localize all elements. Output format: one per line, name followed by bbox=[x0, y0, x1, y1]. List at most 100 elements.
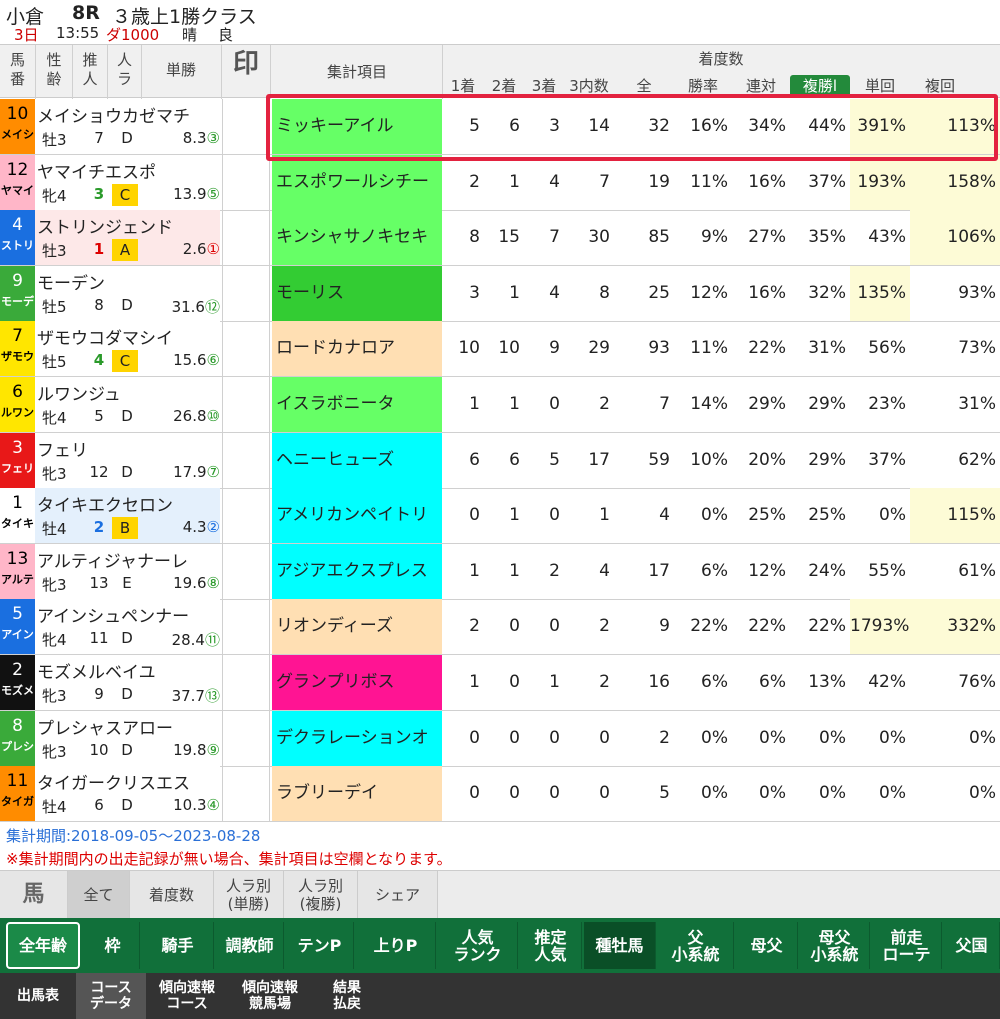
bottom-item-2[interactable]: 傾向速報 コース bbox=[146, 973, 228, 1019]
horse-name[interactable]: ルワンジュ bbox=[37, 380, 121, 405]
sire-name[interactable]: ラブリーデイ bbox=[272, 766, 442, 822]
subheader-8[interactable]: 単回 bbox=[850, 75, 910, 96]
bottom-item-1[interactable]: コース データ bbox=[76, 973, 146, 1019]
race-number: 8R bbox=[72, 2, 100, 24]
nav-item-8[interactable]: 種牡馬 bbox=[584, 922, 656, 969]
mark-cell[interactable] bbox=[222, 766, 270, 822]
horse-row[interactable]: 6 ルワン ルワンジュ 牝4 5 D 26.8⑩ イスラボニータ 1 1 0 2 7 14% 29% 29% 2… bbox=[0, 377, 1000, 433]
nav-item-4[interactable]: テンP bbox=[286, 922, 354, 969]
subheader-7[interactable]: 複勝l bbox=[790, 75, 850, 97]
mark-cell[interactable] bbox=[222, 543, 270, 599]
sire-name[interactable]: ヘニーヒューズ bbox=[272, 432, 442, 488]
tab-4[interactable]: シェア bbox=[358, 871, 438, 919]
app: 小倉 8R ３歳上1勝クラス 3日 13:55 ダ1000 晴 良 馬 番 性 … bbox=[0, 0, 1000, 1019]
subheader-5[interactable]: 勝率 bbox=[674, 75, 732, 96]
mark-cell[interactable] bbox=[222, 377, 270, 432]
mark-cell[interactable] bbox=[222, 321, 270, 377]
horse-name[interactable]: タイガークリスエス bbox=[37, 769, 190, 794]
sire-name[interactable]: キンシャサノキセキ bbox=[272, 210, 442, 266]
stat-cell-2: 5 bbox=[549, 449, 560, 470]
horse-name[interactable]: ストリンジェンド bbox=[37, 213, 173, 238]
horse-name[interactable]: アインシュペンナー bbox=[37, 602, 189, 627]
tab-uma[interactable]: 馬 bbox=[0, 871, 68, 919]
mark-cell[interactable] bbox=[222, 432, 270, 488]
mark-cell[interactable] bbox=[222, 710, 270, 766]
subheader-0[interactable]: 1着 bbox=[442, 75, 484, 96]
nav-item-5[interactable]: 上りP bbox=[356, 922, 436, 969]
horse-row[interactable]: 3 フェリ フェリ 牝3 12 D 17.9⑦ ヘニーヒューズ 6 6 5 17 59 10% 20% 29%… bbox=[0, 432, 1000, 489]
tab-2[interactable]: 人ラ別 (単勝) bbox=[214, 871, 284, 919]
bottom-item-3[interactable]: 傾向速報 競馬場 bbox=[228, 973, 312, 1019]
mark-cell[interactable] bbox=[222, 99, 270, 154]
stat-cell-3: 2 bbox=[599, 672, 610, 692]
sire-name[interactable]: アジアエクスプレス bbox=[272, 543, 442, 599]
mark-cell[interactable] bbox=[222, 599, 270, 655]
horse-row[interactable]: 2 モズメ モズメルベイユ 牝3 9 D 37.7⑬ グランプリボス 1 0 1 2 16 6% 6% 13%… bbox=[0, 655, 1000, 711]
nav-item-3[interactable]: 調教師 bbox=[216, 922, 284, 969]
nav-item-11[interactable]: 母父 小系統 bbox=[800, 922, 870, 969]
subheader-6[interactable]: 連対 bbox=[732, 75, 790, 96]
tab-0[interactable]: 全て bbox=[68, 871, 130, 919]
horse-row[interactable]: 9 モーデ モーデン 牡5 8 D 31.6⑫ モーリス 3 1 4 8 25 12% 16% 32% 135%… bbox=[0, 265, 1000, 322]
sire-name[interactable]: デクラレーションオ bbox=[272, 710, 442, 766]
subheader-1[interactable]: 2着 bbox=[484, 75, 524, 96]
horse-row[interactable]: 11 タイガ タイガークリスエス 牡4 6 D 10.3④ ラブリーデイ 0 0 0 0 5 0% 0% 0%… bbox=[0, 766, 1000, 823]
horse-row[interactable]: 4 ストリ ストリンジェンド 牡3 1 A 2.6① キンシャサノキセキ 8 15 7 30 85 9% 2… bbox=[0, 210, 1000, 267]
subheader-9[interactable]: 複回 bbox=[910, 75, 970, 96]
sire-name[interactable]: グランプリボス bbox=[272, 655, 442, 710]
nav-item-2[interactable]: 騎手 bbox=[142, 922, 214, 969]
sire-name[interactable]: イスラボニータ bbox=[272, 377, 442, 432]
nav-item-12[interactable]: 前走 ローテ bbox=[872, 922, 942, 969]
horse-name[interactable]: プレシャスアロー bbox=[37, 714, 173, 739]
subheader-4[interactable]: 全 bbox=[614, 75, 674, 96]
horse-name[interactable]: アルティジャナーレ bbox=[37, 547, 188, 572]
sire-name[interactable]: モーリス bbox=[272, 265, 442, 321]
horse-row[interactable]: 10 メイシ メイショウカゼマチ 牡3 7 D 8.3③ ミッキーアイル 5 6 3 14 32 16% 3… bbox=[0, 99, 1000, 155]
bottom-item-0[interactable]: 出馬表 bbox=[0, 973, 76, 1019]
sire-name[interactable]: リオンディーズ bbox=[272, 599, 442, 655]
nav-item-6[interactable]: 人気 ランク bbox=[438, 922, 518, 969]
mark-cell[interactable] bbox=[222, 488, 270, 544]
header-suijin[interactable]: 推 人 bbox=[73, 51, 107, 89]
horse-row[interactable]: 1 タイキ タイキエクセロン 牡4 2 B 4.3② アメリカンペイトリ 0 1 0 1 4 0% 25% 2… bbox=[0, 488, 1000, 545]
mark-cell[interactable] bbox=[222, 154, 270, 210]
sire-name[interactable]: ロードカナロア bbox=[272, 321, 442, 377]
bottom-item-4[interactable]: 結果 払戻 bbox=[312, 973, 382, 1019]
stat-cell-8: 193% bbox=[850, 154, 910, 210]
horse-row[interactable]: 12 ヤマイ ヤマイチエスポ 牝4 3 C 13.9⑤ エスポワールシチー 2 1 4 7 19 11% 1… bbox=[0, 154, 1000, 211]
horse-name[interactable]: タイキエクセロン bbox=[37, 491, 173, 516]
nav-item-1[interactable]: 枠 bbox=[86, 922, 140, 969]
horse-sex-age: 牝3 bbox=[42, 464, 67, 483]
header-tansho[interactable]: 単勝 bbox=[142, 61, 220, 80]
tab-bar: 馬 全て 着度数 人ラ別 (単勝) 人ラ別 (複勝) シェア bbox=[0, 870, 1000, 919]
tab-1[interactable]: 着度数 bbox=[130, 871, 214, 919]
horse-row[interactable]: 8 プレシ プレシャスアロー 牝3 10 D 19.8⑨ デクラレーションオ 0 0 0 0 2 0% 0%… bbox=[0, 710, 1000, 767]
subheader-2[interactable]: 3着 bbox=[524, 75, 564, 96]
horse-name[interactable]: ヤマイチエスポ bbox=[37, 158, 156, 183]
header-mark[interactable]: 印 bbox=[222, 51, 270, 77]
nav-item-0[interactable]: 全年齢 bbox=[6, 922, 80, 969]
nav-item-10[interactable]: 母父 bbox=[736, 922, 798, 969]
mark-cell[interactable] bbox=[222, 655, 270, 710]
sire-name[interactable]: アメリカンペイトリ bbox=[272, 488, 442, 544]
horse-name[interactable]: フェリ bbox=[37, 436, 88, 461]
sire-name[interactable]: ミッキーアイル bbox=[272, 99, 442, 154]
horse-name[interactable]: ザモウコダマシイ bbox=[37, 324, 173, 349]
horse-name[interactable]: モーデン bbox=[37, 269, 105, 294]
mark-cell[interactable] bbox=[222, 210, 270, 266]
sire-name[interactable]: エスポワールシチー bbox=[272, 154, 442, 210]
nav-item-13[interactable]: 父国 bbox=[944, 922, 1000, 969]
horse-name[interactable]: モズメルベイユ bbox=[37, 658, 156, 683]
horse-row[interactable]: 7 ザモウ ザモウコダマシイ 牡5 4 C 15.6⑥ ロードカナロア 10 10 9 29 93 11%… bbox=[0, 321, 1000, 378]
stat-cell-8: 42% bbox=[868, 672, 906, 692]
horse-row[interactable]: 5 アイン アインシュペンナー 牝4 11 D 28.4⑪ リオンディーズ 2 0 0 2 9 22% 22… bbox=[0, 599, 1000, 656]
header-ninki[interactable]: 人 ラ bbox=[108, 51, 141, 89]
mark-cell[interactable] bbox=[222, 265, 270, 321]
stat-cell-4: 32 bbox=[648, 116, 670, 136]
tab-3[interactable]: 人ラ別 (複勝) bbox=[284, 871, 358, 919]
nav-item-7[interactable]: 推定 人気 bbox=[520, 922, 582, 969]
horse-name[interactable]: メイショウカゼマチ bbox=[37, 102, 190, 127]
nav-item-9[interactable]: 父 小系統 bbox=[658, 922, 734, 969]
horse-row[interactable]: 13 アルテ アルティジャナーレ 牝3 13 E 19.6⑧ アジアエクスプレス 1 1 2 4 17 6… bbox=[0, 543, 1000, 600]
subheader-3[interactable]: 3内数 bbox=[564, 75, 614, 96]
